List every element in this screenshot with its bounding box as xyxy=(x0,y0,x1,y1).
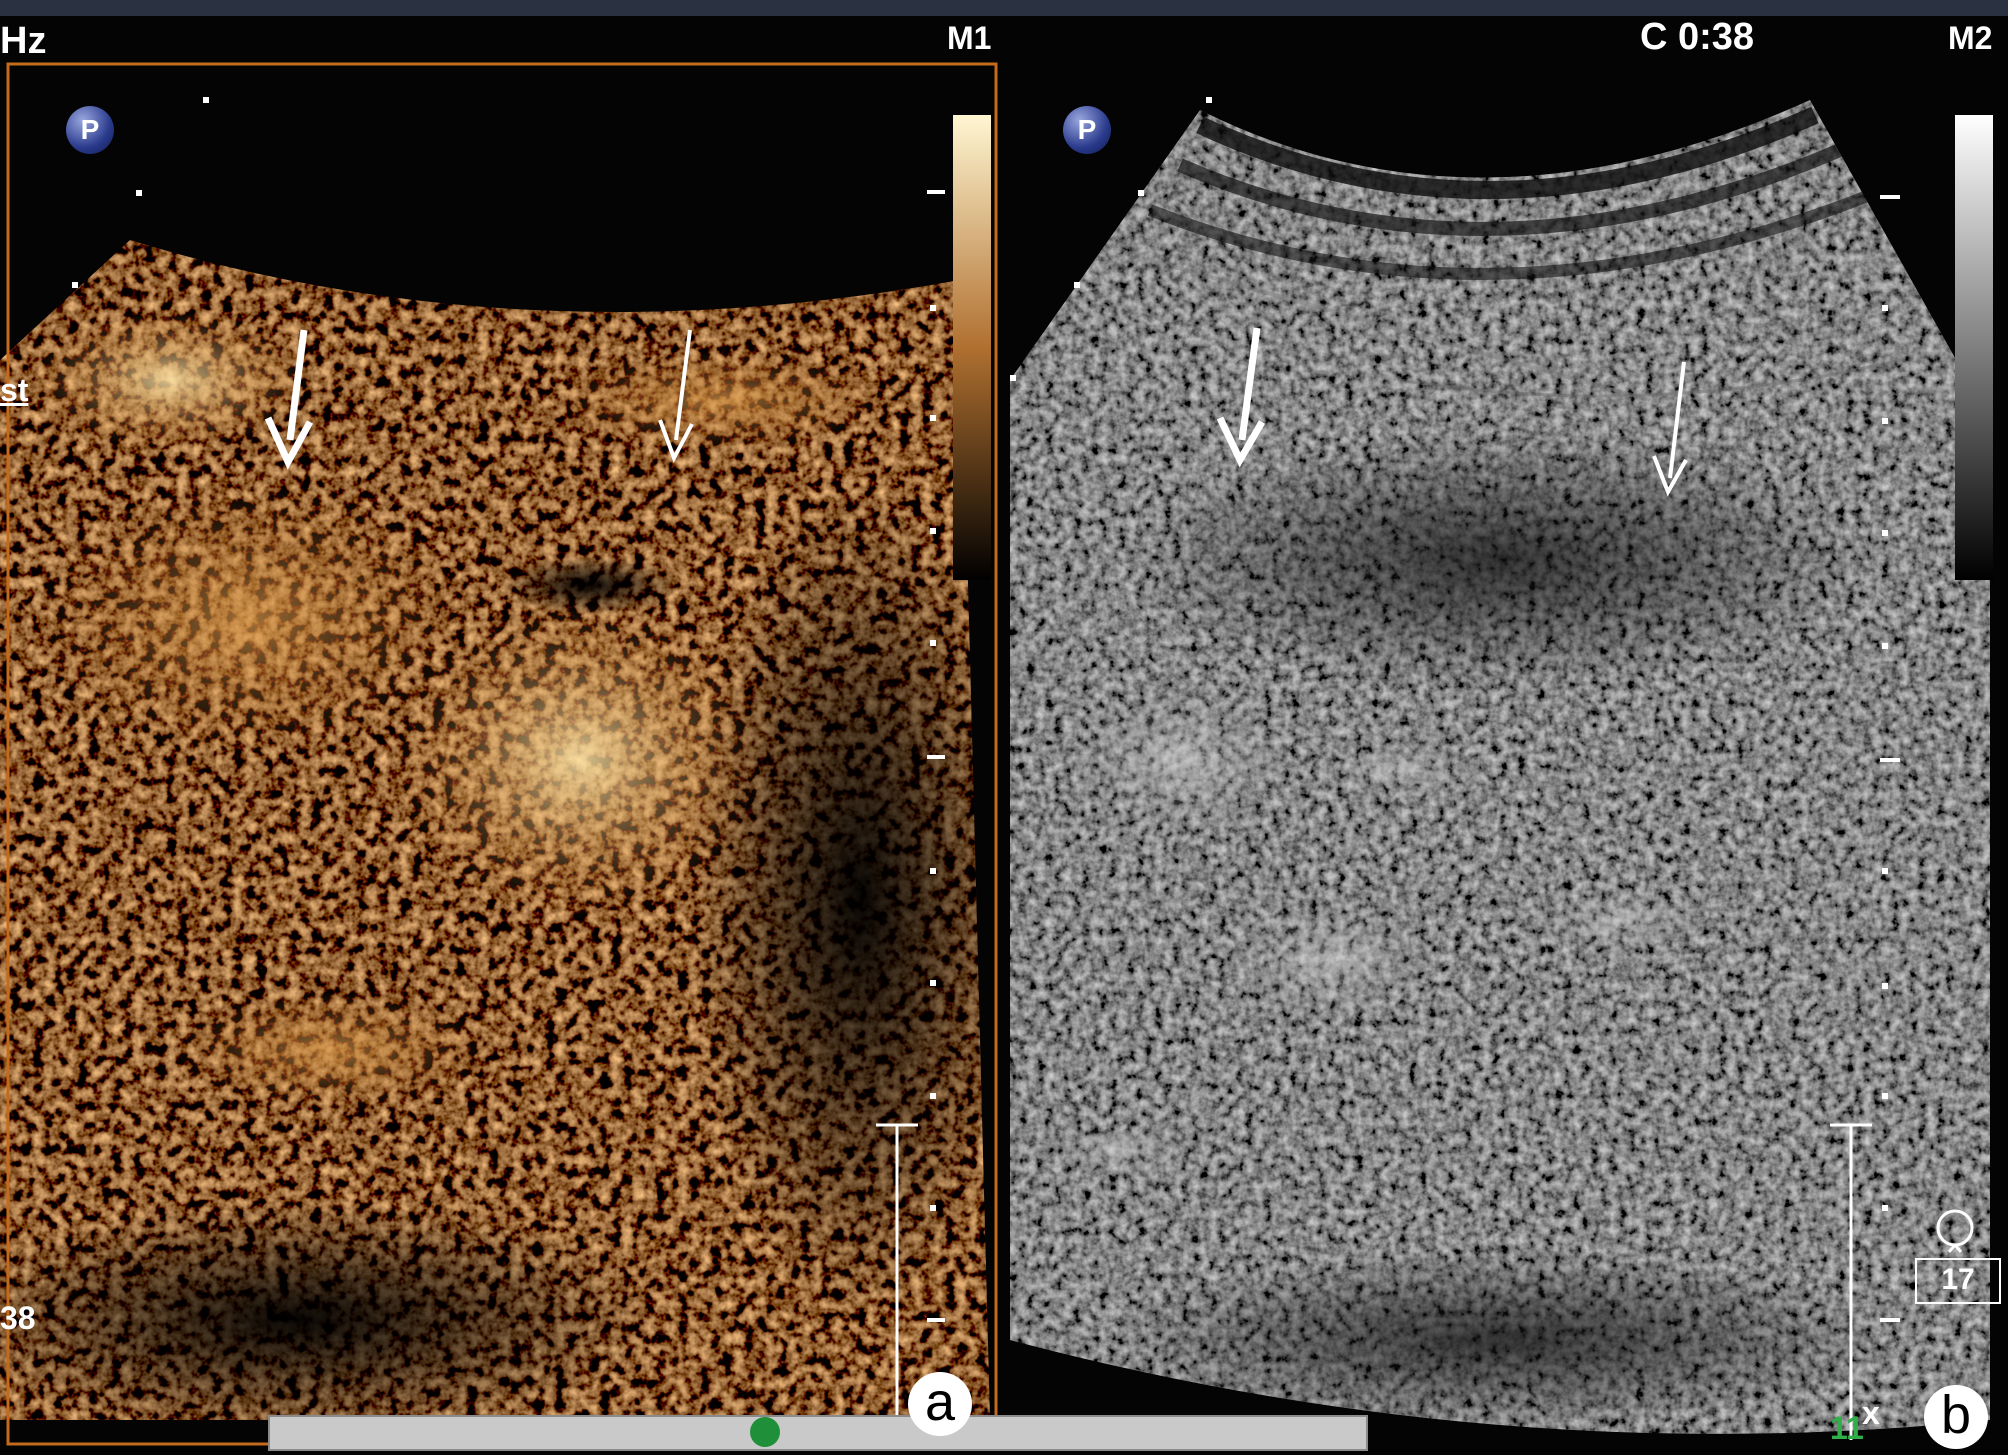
right-probe-badge-icon: P xyxy=(1063,106,1111,154)
right-depth-x-label: x xyxy=(1862,1395,1880,1431)
timeline-playhead[interactable] xyxy=(750,1417,780,1447)
cine-timeline[interactable] xyxy=(268,1415,1368,1451)
scan-canvas xyxy=(0,62,1993,1446)
left-edge-depth-label: 38 xyxy=(0,1300,36,1336)
right-depth-label: 11 xyxy=(1830,1410,1864,1446)
frequency-unit-label: Hz xyxy=(0,20,47,62)
left-probe-badge-icon: P xyxy=(66,106,114,154)
left-marker-label: M1 xyxy=(947,20,992,56)
left-scan-image xyxy=(0,62,998,1446)
ultrasound-viewer: Hz M1 C 0:38 M2 st 38 P P 17 11 x a b xyxy=(0,0,2008,1455)
left-edge-label: st xyxy=(0,372,29,408)
panel-label-b: b xyxy=(1924,1385,1988,1449)
panel-label-a: a xyxy=(908,1372,972,1436)
left-colorbar xyxy=(953,115,991,580)
frame-counter: 17 xyxy=(1915,1258,2001,1304)
right-marker-label: M2 xyxy=(1948,20,1993,56)
clip-time-label: C 0:38 xyxy=(1640,16,1755,58)
right-colorbar xyxy=(1955,115,1993,580)
